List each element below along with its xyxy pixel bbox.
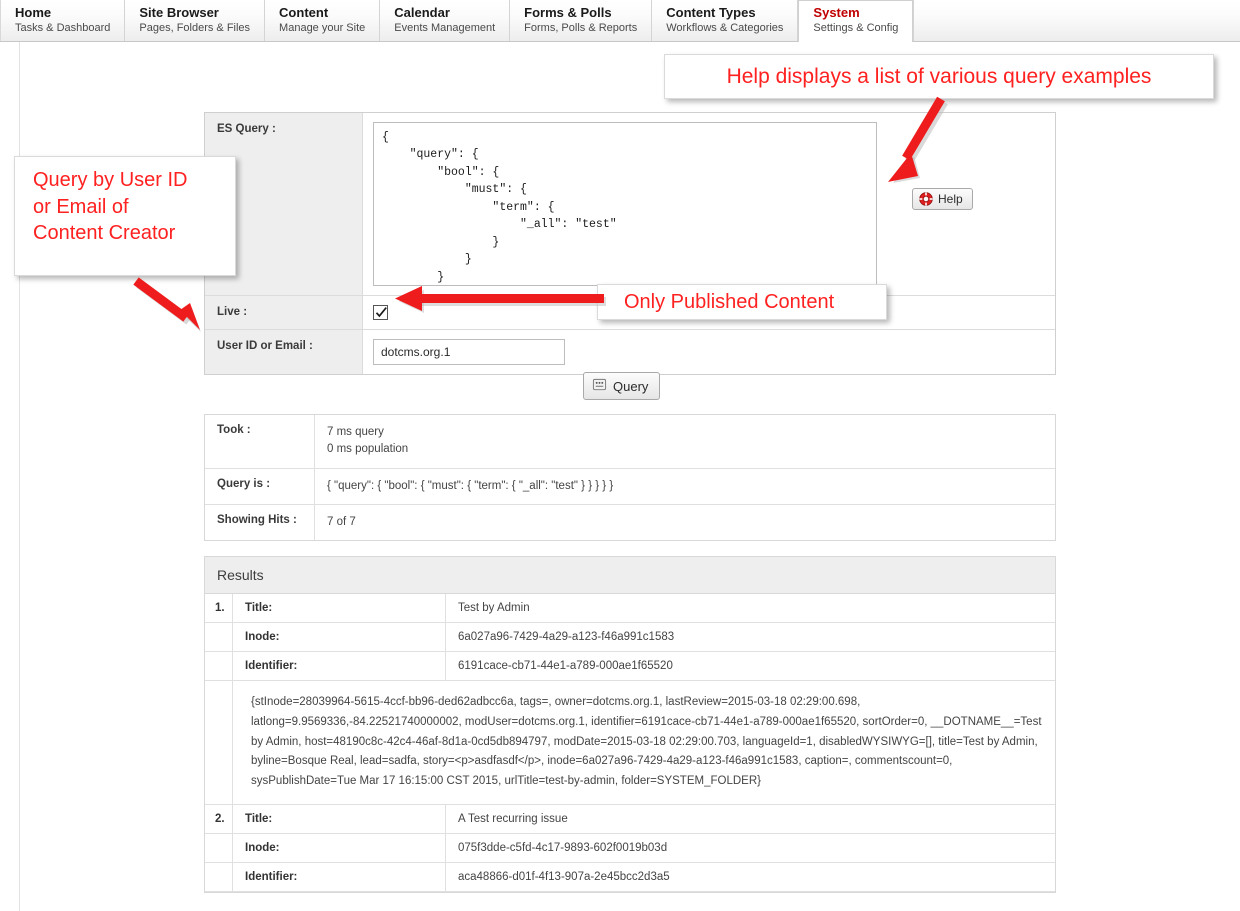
result-identifier-key: Identifier: [233, 652, 446, 680]
es-query-row: ES Query : { "query": { "bool": { "must"… [205, 113, 1055, 296]
stats-row-showing-hits: Showing Hits : 7 of 7 [205, 505, 1055, 540]
nav-tab-subtitle: Forms, Polls & Reports [524, 22, 637, 36]
result-index-spacer [205, 652, 233, 680]
results-panel: Results 1. Title: Test by Admin Inode: 6… [204, 556, 1056, 893]
table-row: 2. Title: A Test recurring issue [205, 805, 1055, 834]
nav-filler [913, 0, 1240, 41]
nav-tab-site-browser[interactable]: Site Browser Pages, Folders & Files [125, 0, 265, 41]
nav-tab-title: Calendar [394, 5, 495, 21]
nav-tab-title: Content [279, 5, 365, 21]
query-button[interactable]: Query [583, 372, 660, 400]
result-index-spacer [205, 863, 233, 891]
nav-tab-content[interactable]: Content Manage your Site [265, 0, 380, 41]
nav-tab-subtitle: Settings & Config [813, 22, 898, 36]
stats-label-took: Took : [205, 415, 315, 468]
nav-tab-title: Home [15, 5, 110, 21]
result-title-key: Title: [233, 805, 446, 833]
stats-value-showing-hits: 7 of 7 [315, 505, 1055, 540]
es-query-cell: { "query": { "bool": { "must": { "term":… [363, 113, 1055, 295]
annotation-live-note: Only Published Content [597, 284, 887, 320]
stats-value-query-is: { "query": { "bool": { "must": { "term":… [315, 469, 1055, 504]
result-index-spacer [205, 623, 233, 651]
result-title-value: A Test recurring issue [446, 805, 1055, 833]
stats-label-query-is: Query is : [205, 469, 315, 504]
nav-tab-system[interactable]: System Settings & Config [798, 0, 913, 42]
nav-tab-subtitle: Workflows & Categories [666, 22, 783, 36]
result-inode-value: 6a027a96-7429-4a29-a123-f46a991c1583 [446, 623, 1055, 651]
nav-tab-calendar[interactable]: Calendar Events Management [380, 0, 510, 41]
result-identifier-value: aca48866-d01f-4f13-907a-2e45bcc2d3a5 [446, 863, 1055, 891]
nav-tab-title: Site Browser [139, 5, 250, 21]
table-row: 1. Title: Test by Admin [205, 594, 1055, 623]
result-index: 1. [205, 594, 233, 622]
nav-tab-subtitle: Events Management [394, 22, 495, 36]
result-inode-value: 075f3dde-c5fd-4c17-9893-602f0019b03d [446, 834, 1055, 862]
result-index: 2. [205, 805, 233, 833]
stats-row-query-is: Query is : { "query": { "bool": { "must"… [205, 469, 1055, 505]
nav-tab-title: Forms & Polls [524, 5, 637, 21]
query-stats-table: Took : 7 ms query 0 ms population Query … [204, 414, 1056, 541]
help-button-label: Help [938, 192, 963, 206]
userid-or-email-input[interactable] [373, 339, 565, 365]
stats-value-took: 7 ms query 0 ms population [315, 415, 1055, 468]
help-button[interactable]: Help [912, 188, 973, 210]
result-title-value: Test by Admin [446, 594, 1055, 622]
nav-tab-subtitle: Pages, Folders & Files [139, 22, 250, 36]
nav-tab-subtitle: Tasks & Dashboard [15, 22, 110, 36]
query-icon [592, 377, 607, 395]
live-checkbox[interactable] [373, 305, 388, 320]
nav-tab-subtitle: Manage your Site [279, 22, 365, 36]
table-row: Identifier: aca48866-d01f-4f13-907a-2e45… [205, 863, 1055, 892]
es-query-input[interactable]: { "query": { "bool": { "must": { "term":… [373, 122, 877, 286]
result-index-spacer [205, 834, 233, 862]
life-ring-icon [919, 192, 933, 206]
result-inode-key: Inode: [233, 623, 446, 651]
table-row: Inode: 6a027a96-7429-4a29-a123-f46a991c1… [205, 623, 1055, 652]
nav-tab-content-types[interactable]: Content Types Workflows & Categories [652, 0, 798, 41]
nav-tab-forms-polls[interactable]: Forms & Polls Forms, Polls & Reports [510, 0, 652, 41]
results-header: Results [205, 557, 1055, 594]
userid-label: User ID or Email : [205, 330, 363, 374]
stats-label-showing-hits: Showing Hits : [205, 505, 315, 540]
annotation-help-note: Help displays a list of various query ex… [664, 54, 1214, 99]
result-index-spacer [205, 681, 233, 804]
table-row: Inode: 075f3dde-c5fd-4c17-9893-602f0019b… [205, 834, 1055, 863]
result-identifier-value: 6191cace-cb71-44e1-a789-000ae1f65520 [446, 652, 1055, 680]
nav-tab-home[interactable]: Home Tasks & Dashboard [0, 0, 125, 41]
main-navigation: Home Tasks & Dashboard Site Browser Page… [0, 0, 1240, 42]
result-title-key: Title: [233, 594, 446, 622]
result-identifier-key: Identifier: [233, 863, 446, 891]
table-row-detail: {stInode=28039964-5615-4ccf-bb96-ded62ad… [205, 681, 1055, 805]
result-detail-map: {stInode=28039964-5615-4ccf-bb96-ded62ad… [233, 681, 1055, 804]
nav-tab-title: Content Types [666, 5, 783, 21]
userid-cell [363, 330, 1055, 374]
query-button-label: Query [613, 379, 648, 394]
es-search-form: ES Query : { "query": { "bool": { "must"… [204, 112, 1056, 375]
annotation-userid-note: Query by User ID or Email of Content Cre… [14, 156, 236, 276]
stats-row-took: Took : 7 ms query 0 ms population [205, 415, 1055, 469]
result-inode-key: Inode: [233, 834, 446, 862]
live-label: Live : [205, 296, 363, 329]
nav-tab-title: System [813, 5, 898, 21]
table-row: Identifier: 6191cace-cb71-44e1-a789-000a… [205, 652, 1055, 681]
userid-row: User ID or Email : [205, 330, 1055, 374]
help-button-wrap: Help [877, 122, 973, 210]
